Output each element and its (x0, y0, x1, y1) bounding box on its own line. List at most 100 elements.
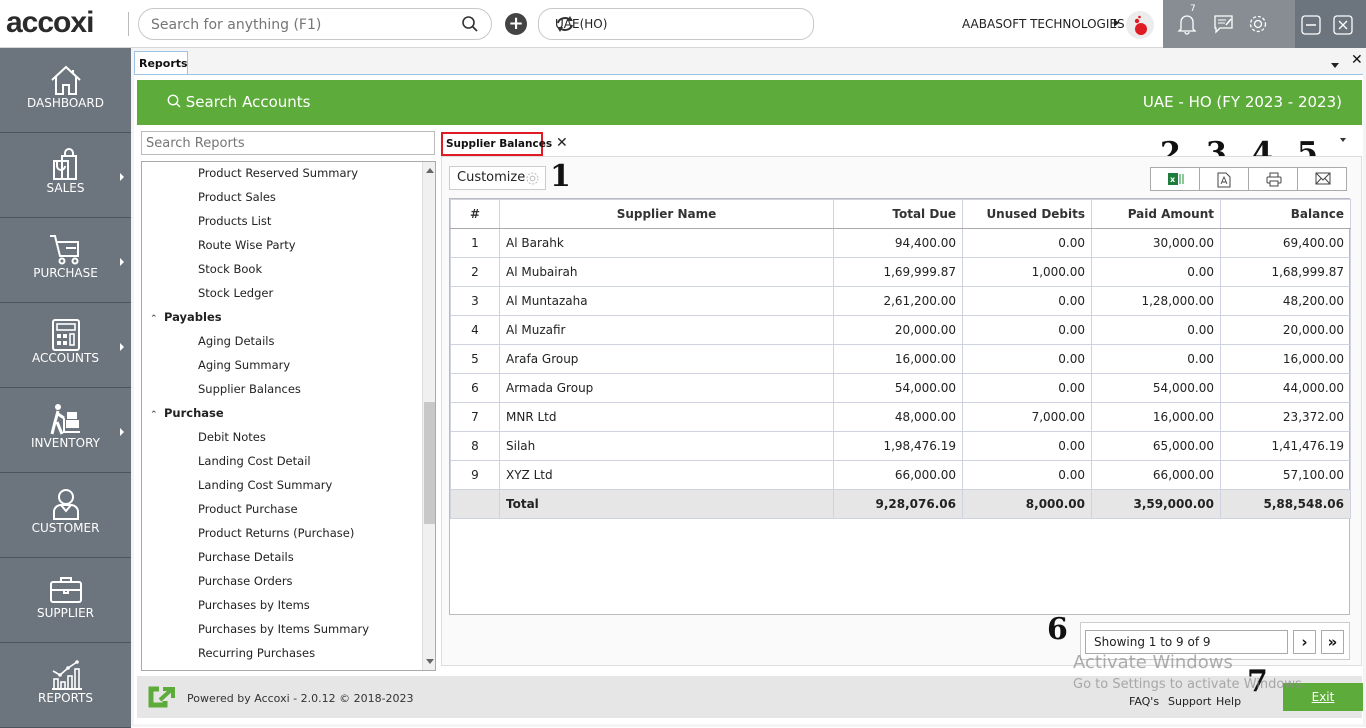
sidebar-item-accounts[interactable]: ACCOUNTS (0, 303, 131, 388)
search-icon[interactable] (461, 15, 479, 36)
pdf-export-button[interactable] (1199, 167, 1249, 191)
customize-button[interactable]: Customize (449, 166, 546, 190)
column-header[interactable]: Unused Debits (962, 199, 1092, 229)
report-item[interactable]: Purchase Orders (198, 574, 293, 598)
report-search[interactable] (141, 131, 435, 155)
gear-icon[interactable] (1247, 13, 1269, 38)
report-item[interactable]: Landing Cost Detail (198, 454, 311, 478)
add-button[interactable]: + (505, 13, 527, 35)
print-button[interactable] (1248, 167, 1298, 191)
minimize-icon[interactable] (1301, 15, 1321, 38)
table-cell: 23,372.00 (1220, 402, 1351, 432)
report-item[interactable]: Landing Cost Summary (198, 478, 332, 502)
last-page-button[interactable]: » (1321, 630, 1344, 654)
scroll-down-icon[interactable] (426, 659, 434, 664)
report-item[interactable]: Route Wise Party (198, 238, 296, 262)
message-icon[interactable] (1213, 13, 1235, 38)
sidebar-item-supplier[interactable]: SUPPLIER (0, 558, 131, 643)
faq-link[interactable]: FAQ's (1129, 695, 1159, 708)
report-search-input[interactable] (142, 132, 434, 154)
table-row[interactable]: 6 Armada Group 54,000.00 0.00 54,000.00 44,00… (450, 373, 1351, 403)
bell-icon[interactable] (1177, 13, 1197, 38)
total-cell: 3,59,000.00 (1091, 489, 1221, 519)
report-item-label: Purchases by Items Summary (198, 622, 370, 636)
sidebar-item-sales[interactable]: SALES (0, 133, 131, 218)
table-cell: 0.00 (962, 228, 1092, 258)
tab-menu-icon[interactable] (1331, 58, 1339, 72)
sidebar-item-inventory[interactable]: INVENTORY (0, 388, 131, 473)
report-item[interactable]: Aging Details (198, 334, 274, 358)
caret-right-icon[interactable] (1114, 19, 1119, 27)
report-item[interactable]: Product Purchase (198, 502, 298, 526)
report-group[interactable]: ⌃ Purchase (150, 406, 224, 430)
refresh-icon[interactable] (555, 15, 805, 36)
table-row[interactable]: 7 MNR Ltd 48,000.00 7,000.00 16,000.00 23,372… (450, 402, 1351, 432)
company-logo[interactable] (1126, 11, 1154, 39)
close-tab-icon[interactable]: ✕ (1351, 52, 1363, 68)
report-item-label: Stock Ledger (198, 286, 274, 300)
tab-reports[interactable]: Reports (134, 51, 188, 75)
scroll-up-icon[interactable] (426, 168, 434, 173)
table-cell: 57,100.00 (1220, 460, 1351, 490)
table-row[interactable]: 8 Silah 1,98,476.19 0.00 65,000.00 1,41,476.1… (450, 431, 1351, 461)
report-item[interactable]: Product Reserved Summary (198, 166, 358, 190)
sidebar-item-purchase[interactable]: PURCHASE (0, 218, 131, 303)
excel-export-button[interactable]: x (1150, 167, 1200, 191)
report-item[interactable]: Supplier Balances (198, 382, 301, 406)
report-item[interactable]: Product Sales (198, 190, 276, 214)
report-item[interactable]: Stock Book (198, 262, 262, 286)
report-tree-scrollbar[interactable] (422, 162, 435, 670)
report-item[interactable]: Product Returns (Purchase) (198, 526, 354, 550)
column-header[interactable]: # (450, 199, 500, 229)
collapse-icon[interactable]: ⌃ (150, 314, 164, 324)
email-button[interactable] (1297, 167, 1347, 191)
shopping-bag-icon (53, 148, 77, 180)
next-page-button[interactable]: › (1293, 630, 1316, 654)
search-accounts-link[interactable]: Search Accounts (167, 93, 310, 111)
collapse-icon[interactable]: ⌃ (150, 410, 164, 420)
column-header[interactable]: Total Due (833, 199, 963, 229)
table-cell: 30,000.00 (1091, 228, 1221, 258)
customize-label: Customize (457, 170, 526, 185)
excel-icon: x (1168, 173, 1184, 185)
table-cell: 0.00 (1091, 257, 1221, 287)
report-item[interactable]: Recurring Purchases (198, 646, 315, 670)
table-row[interactable]: 1 Al Barahk 94,400.00 0.00 30,000.00 69,400.0… (450, 228, 1351, 258)
global-search-input[interactable] (151, 15, 451, 35)
table-cell: 0.00 (962, 344, 1092, 374)
global-search[interactable] (138, 8, 492, 40)
report-item[interactable]: Products List (198, 214, 271, 238)
table-cell: 0.00 (962, 315, 1092, 345)
table-cell: Al Mubairah (499, 257, 834, 287)
table-row[interactable]: 3 Al Muntazaha 2,61,200.00 0.00 1,28,000.00 4… (450, 286, 1351, 316)
table-cell: 1,69,999.87 (833, 257, 963, 287)
table-row[interactable]: 4 Al Muzafir 20,000.00 0.00 0.00 20,000.00 (450, 315, 1351, 345)
help-link[interactable]: Help (1216, 695, 1241, 708)
report-item[interactable]: Debit Notes (198, 430, 266, 454)
sidebar-item-customer[interactable]: CUSTOMER (0, 473, 131, 558)
scroll-thumb[interactable] (424, 402, 435, 524)
company-name[interactable]: AABASOFT TECHNOLOGIES (962, 17, 1125, 31)
close-icon[interactable] (1333, 15, 1353, 38)
column-header[interactable]: Paid Amount (1091, 199, 1221, 229)
branch-selector[interactable]: UAE(HO) (538, 8, 814, 40)
svg-text:x: x (1170, 175, 1176, 184)
caret-down-icon[interactable] (1340, 138, 1346, 142)
table-row[interactable]: 2 Al Mubairah 1,69,999.87 1,000.00 0.00 1,68,… (450, 257, 1351, 287)
report-item[interactable]: Purchases by Items Summary (198, 622, 369, 646)
column-header[interactable]: Balance (1220, 199, 1351, 229)
support-link[interactable]: Support (1168, 695, 1211, 708)
sidebar-item-reports[interactable]: REPORTS (0, 643, 131, 728)
table-row[interactable]: 5 Arafa Group 16,000.00 0.00 0.00 16,000.00 (450, 344, 1351, 374)
table-cell: 1,41,476.19 (1220, 431, 1351, 461)
report-item[interactable]: Stock Ledger (198, 286, 273, 310)
close-report-tab-icon[interactable]: ✕ (556, 135, 568, 151)
column-header[interactable]: Supplier Name (499, 199, 834, 229)
table-row[interactable]: 9 XYZ Ltd 66,000.00 0.00 66,000.00 57,100.00 (450, 460, 1351, 490)
tab-supplier-balances[interactable]: Supplier Balances (441, 132, 552, 156)
report-item[interactable]: Purchase Details (198, 550, 294, 574)
report-group[interactable]: ⌃ Payables (150, 310, 222, 334)
report-item[interactable]: Aging Summary (198, 358, 290, 382)
sidebar-item-dashboard[interactable]: DASHBOARD (0, 48, 131, 133)
report-item[interactable]: Purchases by Items (198, 598, 310, 622)
